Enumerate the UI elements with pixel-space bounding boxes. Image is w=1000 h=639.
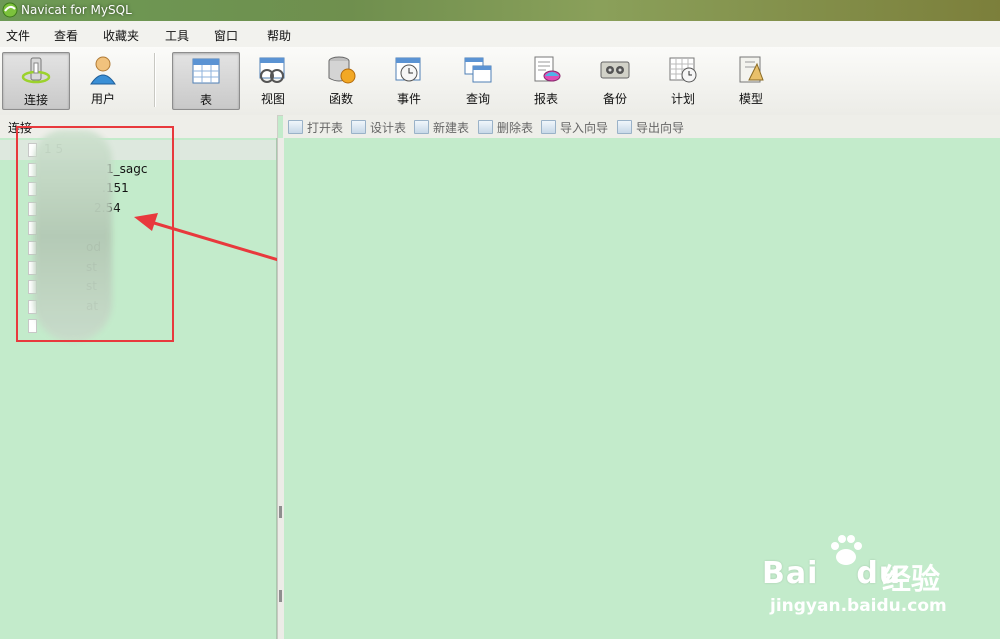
new-table-button[interactable]: 新建表: [414, 119, 469, 136]
model-label: 模型: [738, 92, 763, 106]
splitter-grip-top: [279, 506, 282, 518]
event-button[interactable]: 事件: [376, 52, 442, 108]
user-button[interactable]: 用户: [70, 52, 136, 108]
backup-icon: [600, 61, 630, 79]
watermark-brand-bai: Bai: [762, 556, 819, 591]
menu-help[interactable]: 帮助: [267, 27, 291, 44]
main-toolbar: 连接 用户 表 视图 函数 事件 查询 报表 备份 计划 模型: [0, 47, 1000, 116]
event-label: 事件: [396, 92, 421, 106]
export-wizard-button[interactable]: 导出向导: [617, 119, 684, 136]
import-wizard-icon: [541, 120, 556, 134]
user-label: 用户: [90, 92, 115, 106]
new-table-icon: [414, 120, 429, 134]
delete-table-button[interactable]: 删除表: [478, 119, 533, 136]
menu-window[interactable]: 窗口: [214, 27, 238, 44]
view-button[interactable]: 视图: [240, 52, 306, 108]
new-table-label: 新建表: [433, 121, 470, 135]
open-table-button[interactable]: 打开表: [288, 119, 343, 136]
backup-label: 备份: [602, 92, 627, 106]
window-title: Navicat for MySQL: [21, 3, 132, 17]
view-label: 视图: [260, 92, 285, 106]
event-clock-icon: [395, 57, 421, 82]
watermark-brand: Bai du: [762, 556, 901, 591]
table-label: 表: [199, 93, 212, 107]
report-icon: [534, 56, 561, 82]
delete-table-label: 删除表: [497, 121, 534, 135]
menu-tools[interactable]: 工具: [165, 27, 189, 44]
menu-file[interactable]: 文件: [6, 27, 30, 44]
function-label: 函数: [328, 92, 353, 106]
query-icon: [464, 57, 492, 83]
open-table-label: 打开表: [307, 121, 344, 135]
report-button[interactable]: 报表: [513, 52, 579, 108]
watermark-cn: 经验: [882, 562, 941, 596]
baidu-jingyan-watermark: Bai du 经验 jingyan.baidu.com: [762, 528, 992, 628]
object-toolbar: 打开表 设计表 新建表 删除表 导入向导 导出向导: [283, 115, 1000, 139]
schedule-icon: [669, 57, 697, 83]
view-icon: [259, 57, 285, 83]
navicat-app-icon: [2, 2, 18, 18]
export-wizard-icon: [617, 120, 632, 134]
query-button[interactable]: 查询: [445, 52, 511, 108]
design-table-icon: [351, 120, 366, 134]
open-table-icon: [288, 120, 303, 134]
export-wizard-label: 导出向导: [636, 121, 685, 135]
menu-bar: 文件 查看 收藏夹 工具 窗口 帮助: [0, 21, 1000, 48]
menu-favorites[interactable]: 收藏夹: [103, 27, 139, 44]
splitter-grip-bottom: [279, 590, 282, 602]
design-table-label: 设计表: [370, 121, 407, 135]
table-icon: [192, 58, 220, 84]
report-label: 报表: [533, 92, 558, 106]
toolbar-separator: [154, 53, 155, 107]
import-wizard-label: 导入向导: [560, 121, 609, 135]
schedule-button[interactable]: 计划: [650, 52, 716, 108]
model-button[interactable]: 模型: [718, 52, 784, 108]
title-bar: Navicat for MySQL: [0, 0, 1000, 21]
import-wizard-button[interactable]: 导入向导: [541, 119, 608, 136]
query-label: 查询: [465, 92, 490, 106]
schedule-label: 计划: [670, 92, 695, 106]
function-icon: [328, 56, 356, 84]
design-table-button[interactable]: 设计表: [351, 119, 406, 136]
watermark-url: jingyan.baidu.com: [770, 596, 947, 616]
menu-view[interactable]: 查看: [54, 27, 78, 44]
model-icon: [739, 56, 764, 83]
backup-button[interactable]: 备份: [582, 52, 648, 108]
function-button[interactable]: 函数: [308, 52, 374, 108]
connect-label: 连接: [23, 93, 48, 107]
connect-button[interactable]: 连接: [2, 52, 70, 110]
plug-icon: [21, 57, 51, 84]
table-button[interactable]: 表: [172, 52, 240, 110]
user-icon: [90, 56, 116, 85]
delete-table-icon: [478, 120, 493, 134]
